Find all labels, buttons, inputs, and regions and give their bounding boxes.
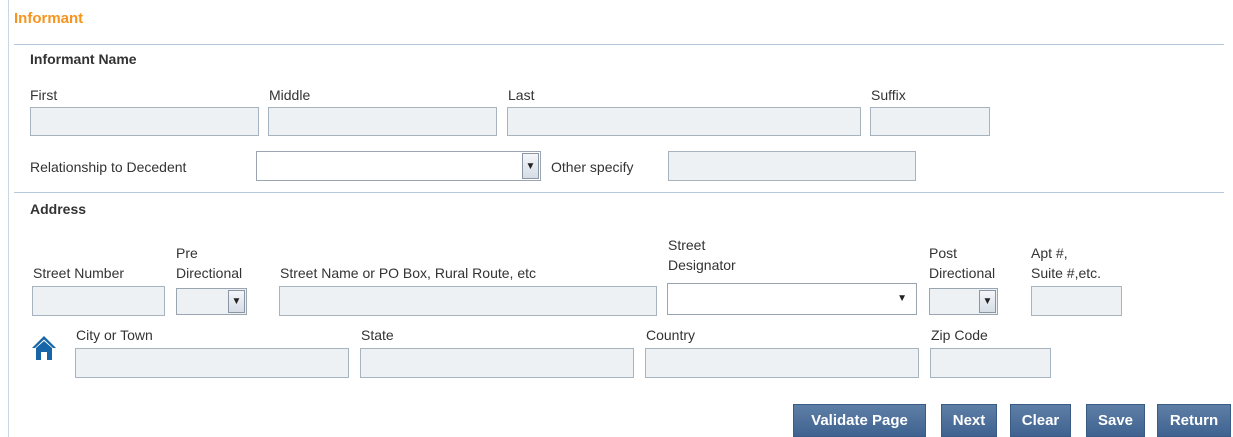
first-label: First xyxy=(30,87,58,103)
first-name-input[interactable] xyxy=(30,107,259,136)
next-button[interactable]: Next xyxy=(941,404,997,437)
pre-directional-label: Pre xyxy=(176,245,198,261)
zip-code-input[interactable] xyxy=(930,348,1051,378)
divider xyxy=(14,44,1224,45)
last-label: Last xyxy=(508,87,535,103)
other-specify-input[interactable] xyxy=(668,151,916,181)
return-button[interactable]: Return xyxy=(1157,404,1231,437)
zip-label: Zip Code xyxy=(931,327,988,343)
state-input[interactable] xyxy=(360,348,634,378)
chevron-down-icon[interactable]: ▼ xyxy=(522,153,539,179)
home-icon xyxy=(32,336,56,360)
street-number-label: Street Number xyxy=(33,265,125,281)
pre-directional-select[interactable]: ▼ xyxy=(176,288,247,315)
apt-label: Apt #, xyxy=(1031,245,1068,261)
informant-name-heading: Informant Name xyxy=(30,51,137,67)
middle-name-input[interactable] xyxy=(268,107,497,136)
country-input[interactable] xyxy=(645,348,919,378)
street-designator-label-2: Designator xyxy=(668,257,736,273)
city-input[interactable] xyxy=(75,348,349,378)
apt-label-2: Suite #,etc. xyxy=(1031,265,1102,281)
middle-label: Middle xyxy=(269,87,311,103)
suffix-input[interactable] xyxy=(870,107,990,136)
city-label: City or Town xyxy=(76,327,153,343)
street-name-label: Street Name or PO Box, Rural Route, etc xyxy=(280,265,536,281)
state-label: State xyxy=(361,327,394,343)
section-title: Informant xyxy=(14,10,84,27)
chevron-down-icon[interactable]: ▼ xyxy=(228,290,245,313)
street-name-input[interactable] xyxy=(279,286,657,316)
relationship-select[interactable]: ▼ xyxy=(256,151,541,181)
other-specify-label: Other specify xyxy=(551,159,634,175)
address-heading: Address xyxy=(30,201,87,217)
country-label: Country xyxy=(646,327,696,343)
validate-page-button[interactable]: Validate Page xyxy=(793,404,926,437)
last-name-input[interactable] xyxy=(507,107,861,136)
chevron-down-icon[interactable]: ▼ xyxy=(979,290,996,313)
post-directional-label: Post xyxy=(929,245,958,261)
apt-input[interactable] xyxy=(1031,286,1122,316)
suffix-label: Suffix xyxy=(871,87,906,103)
clear-button[interactable]: Clear xyxy=(1010,404,1071,437)
street-number-input[interactable] xyxy=(32,286,165,316)
caret-down-icon: ▼ xyxy=(897,293,907,304)
post-directional-select[interactable]: ▼ xyxy=(929,288,998,315)
relationship-label: Relationship to Decedent xyxy=(30,159,187,175)
pre-directional-label-2: Directional xyxy=(176,265,243,281)
divider xyxy=(14,192,1224,193)
post-directional-label-2: Directional xyxy=(929,265,996,281)
street-designator-label: Street xyxy=(668,237,706,253)
street-designator-select[interactable]: ▼ xyxy=(667,283,917,315)
save-button[interactable]: Save xyxy=(1086,404,1145,437)
